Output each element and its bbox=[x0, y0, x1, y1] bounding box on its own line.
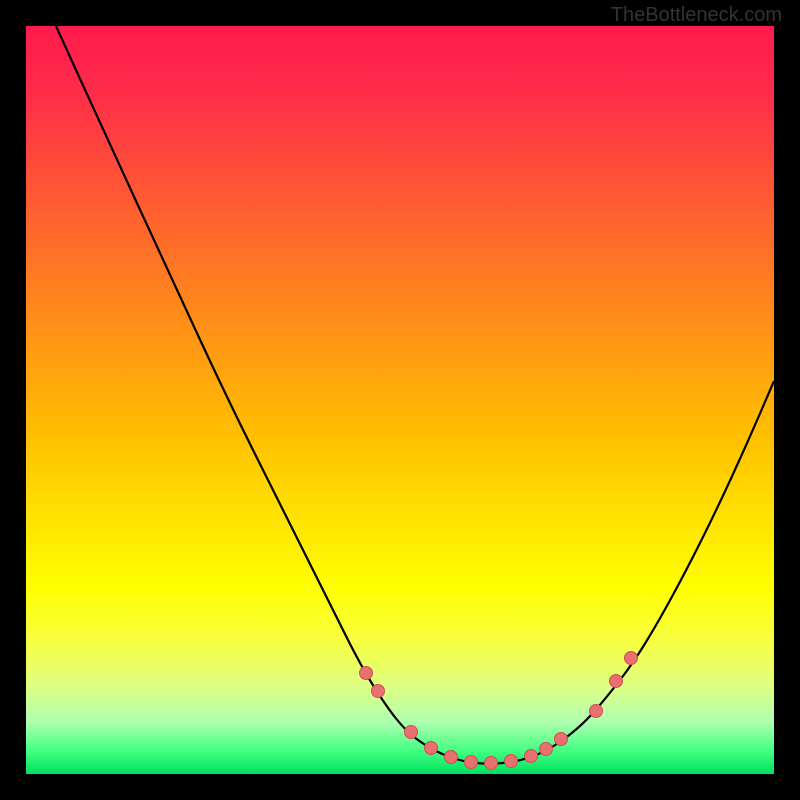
highlight-dot bbox=[625, 652, 638, 665]
highlight-dot bbox=[525, 750, 538, 763]
highlight-dot bbox=[590, 705, 603, 718]
highlight-dot bbox=[555, 733, 568, 746]
highlight-dot bbox=[425, 742, 438, 755]
highlight-dot bbox=[485, 757, 498, 770]
bottleneck-chart bbox=[26, 26, 774, 774]
highlight-dot bbox=[445, 751, 458, 764]
highlight-dot bbox=[405, 726, 418, 739]
highlight-dot bbox=[360, 667, 373, 680]
highlight-dot bbox=[505, 755, 518, 768]
watermark-text: TheBottleneck.com bbox=[611, 4, 782, 27]
highlight-dot bbox=[465, 756, 478, 769]
highlight-dot bbox=[540, 743, 553, 756]
highlight-dot bbox=[372, 685, 385, 698]
highlight-dots-group bbox=[360, 652, 638, 770]
bottleneck-curve-line bbox=[56, 26, 774, 764]
highlight-dot bbox=[610, 675, 623, 688]
